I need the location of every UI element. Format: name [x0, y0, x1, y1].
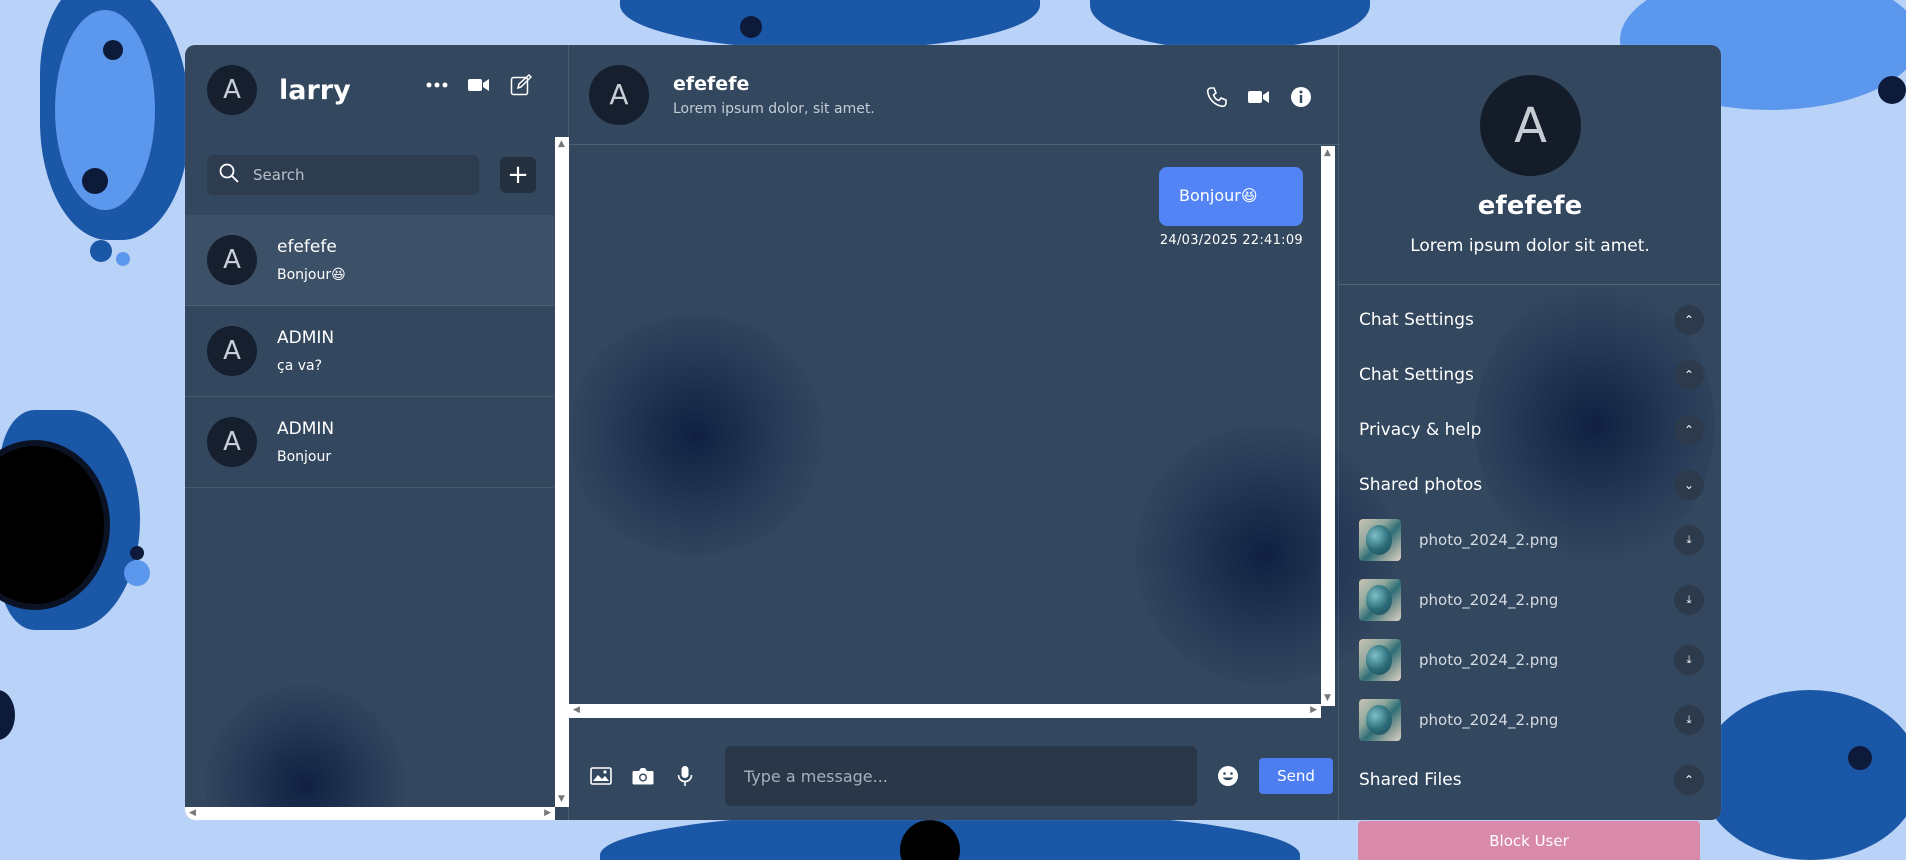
- contact-profile: A efefefe Lorem ipsum dolor sit amet.: [1339, 45, 1721, 285]
- shared-photo-item: photo_2024_2.png ⤓: [1359, 518, 1704, 562]
- photo-filename: photo_2024_2.png: [1419, 711, 1559, 729]
- shared-photos-section[interactable]: Shared photos ⌄: [1359, 465, 1704, 505]
- chat-name: ADMIN: [277, 419, 335, 439]
- camera-icon[interactable]: [631, 764, 655, 788]
- phone-icon[interactable]: [1205, 85, 1229, 109]
- avatar[interactable]: A: [207, 65, 257, 115]
- user-name: larry: [279, 74, 351, 106]
- contact-details-panel: A efefefe Lorem ipsum dolor sit amet. Ch…: [1339, 45, 1721, 820]
- contact-status: Lorem ipsum dolor, sit amet.: [673, 100, 875, 117]
- conversation-panel: A efefefe Lorem ipsum dolor, sit amet. B…: [569, 45, 1339, 820]
- info-icon[interactable]: [1289, 85, 1313, 109]
- contact-status: Lorem ipsum dolor sit amet.: [1410, 236, 1650, 256]
- mic-icon[interactable]: [673, 764, 697, 788]
- chat-settings-section[interactable]: Chat Settings ⌃: [1359, 355, 1704, 395]
- photo-filename: photo_2024_2.png: [1419, 531, 1559, 549]
- download-icon[interactable]: ⤓: [1674, 585, 1704, 615]
- avatar[interactable]: A: [589, 64, 649, 125]
- video-icon[interactable]: [467, 73, 491, 97]
- messages-horizontal-scrollbar[interactable]: ◀ ▶: [569, 704, 1321, 718]
- chevron-up-icon[interactable]: ⌃: [1674, 415, 1704, 445]
- send-button[interactable]: Send: [1259, 758, 1333, 794]
- avatar: A: [207, 417, 257, 467]
- section-title: Chat Settings: [1359, 310, 1474, 330]
- chat-list-panel: A larry +: [185, 45, 569, 820]
- chat-settings-section[interactable]: Chat Settings ⌃: [1359, 300, 1704, 340]
- image-icon[interactable]: [589, 764, 613, 788]
- video-icon[interactable]: [1247, 85, 1271, 109]
- chat-last-message: Bonjour: [277, 449, 332, 465]
- search-bar: [207, 155, 479, 195]
- contact-name: efefefe: [1477, 191, 1583, 221]
- shared-photo-item: photo_2024_2.png ⤓: [1359, 698, 1704, 742]
- search-icon: [219, 163, 239, 187]
- photo-thumbnail[interactable]: [1359, 579, 1401, 621]
- chevron-down-icon[interactable]: ⌄: [1674, 470, 1704, 500]
- chevron-up-icon[interactable]: ⌃: [1674, 765, 1704, 795]
- shared-files-section[interactable]: Shared Files ⌃: [1359, 760, 1704, 800]
- message-composer: Send: [569, 731, 1339, 820]
- message-area: Bonjour😆 24/03/2025 22:41:09 ▲ ▼ ◀ ▶: [569, 146, 1339, 719]
- privacy-help-section[interactable]: Privacy & help ⌃: [1359, 410, 1704, 450]
- chat-list: A efefefe Bonjour😆 A ADMIN ça va? A ADMI…: [185, 215, 554, 488]
- avatar: A: [1480, 75, 1581, 176]
- avatar: A: [207, 326, 257, 376]
- chat-last-message: Bonjour😆: [277, 267, 346, 283]
- list-item[interactable]: A efefefe Bonjour😆: [185, 215, 554, 306]
- more-icon[interactable]: [425, 73, 449, 97]
- messenger-app: A larry +: [185, 45, 1721, 820]
- message-input[interactable]: [744, 766, 1174, 786]
- section-title: Shared photos: [1359, 475, 1483, 495]
- shared-photo-item: photo_2024_2.png ⤓: [1359, 638, 1704, 682]
- avatar: A: [207, 235, 257, 285]
- emoji-icon[interactable]: [1216, 764, 1240, 788]
- chat-header: A efefefe Lorem ipsum dolor, sit amet.: [569, 45, 1339, 145]
- shared-photo-item: photo_2024_2.png ⤓: [1359, 578, 1704, 622]
- add-chat-button[interactable]: +: [500, 157, 536, 193]
- chat-last-message: ça va?: [277, 358, 323, 374]
- download-icon[interactable]: ⤓: [1674, 645, 1704, 675]
- list-item[interactable]: A ADMIN ça va?: [185, 306, 554, 397]
- chat-list-horizontal-scrollbar[interactable]: ◀ ▶: [185, 807, 555, 820]
- user-info: A larry: [185, 45, 569, 135]
- section-title: Shared Files: [1359, 770, 1462, 790]
- section-title: Chat Settings: [1359, 365, 1474, 385]
- message-timestamp: 24/03/2025 22:41:09: [1159, 233, 1303, 248]
- compose-icon[interactable]: [509, 73, 533, 97]
- list-item[interactable]: A ADMIN Bonjour: [185, 397, 554, 488]
- messages-vertical-scrollbar[interactable]: ▲ ▼: [1321, 146, 1335, 706]
- search-input[interactable]: [253, 166, 453, 184]
- photo-thumbnail[interactable]: [1359, 639, 1401, 681]
- message-bubble[interactable]: Bonjour😆: [1159, 167, 1303, 226]
- photo-thumbnail[interactable]: [1359, 519, 1401, 561]
- chat-list-vertical-scrollbar[interactable]: ▲ ▼: [555, 137, 569, 807]
- photo-filename: photo_2024_2.png: [1419, 651, 1559, 669]
- chat-name: efefefe: [277, 237, 337, 257]
- download-icon[interactable]: ⤓: [1674, 705, 1704, 735]
- chevron-up-icon[interactable]: ⌃: [1674, 360, 1704, 390]
- photo-thumbnail[interactable]: [1359, 699, 1401, 741]
- contact-name: efefefe: [673, 72, 750, 95]
- chat-name: ADMIN: [277, 328, 335, 348]
- block-user-button[interactable]: Block User: [1358, 821, 1700, 860]
- photo-filename: photo_2024_2.png: [1419, 591, 1559, 609]
- download-icon[interactable]: ⤓: [1674, 525, 1704, 555]
- chevron-up-icon[interactable]: ⌃: [1674, 305, 1704, 335]
- section-title: Privacy & help: [1359, 420, 1482, 440]
- message-input-box: [725, 746, 1197, 806]
